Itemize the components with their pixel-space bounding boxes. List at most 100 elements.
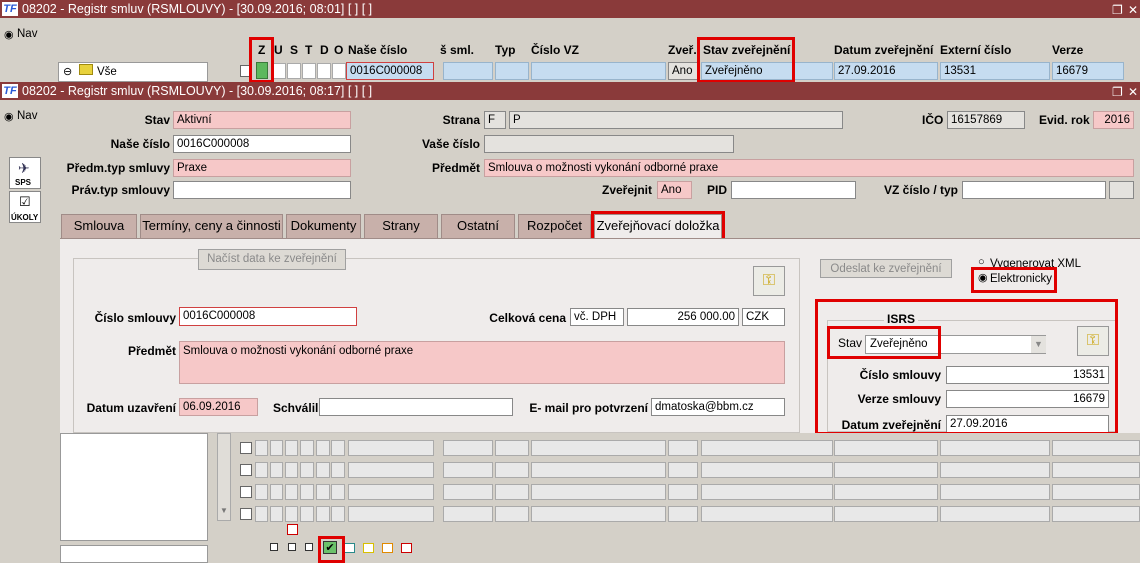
datum-uzavreni-field[interactable]: 06.09.2016: [179, 398, 258, 416]
table-cell[interactable]: [701, 462, 833, 478]
table-cell[interactable]: [834, 484, 938, 500]
row-verze[interactable]: 16679: [1052, 62, 1124, 80]
table-cell[interactable]: [940, 462, 1050, 478]
table-cell[interactable]: [331, 462, 345, 478]
table-cell[interactable]: [834, 462, 938, 478]
table-cell[interactable]: [940, 440, 1050, 456]
restore-icon[interactable]: ❐: [1112, 83, 1123, 101]
table-cell[interactable]: [495, 484, 529, 500]
table-cell[interactable]: [255, 506, 268, 522]
row-select-checkbox[interactable]: [240, 442, 252, 454]
table-cell[interactable]: [300, 506, 314, 522]
row-select-checkbox[interactable]: [240, 486, 252, 498]
table-cell[interactable]: [701, 440, 833, 456]
isrs-verze-field[interactable]: 16679: [946, 390, 1109, 408]
table-cell[interactable]: [495, 462, 529, 478]
table-cell[interactable]: [668, 484, 698, 500]
nase-cislo-field[interactable]: 0016C000008: [173, 135, 351, 153]
table-cell[interactable]: [443, 462, 493, 478]
evid-rok-field[interactable]: 2016: [1093, 111, 1134, 129]
nav-radio-icon[interactable]: ◉: [4, 110, 14, 123]
mena-field[interactable]: CZK: [742, 308, 785, 326]
prav-typ-field[interactable]: [173, 181, 351, 199]
radio-xml-icon[interactable]: ○: [978, 256, 985, 268]
table-cell[interactable]: [443, 440, 493, 456]
row-typ[interactable]: [495, 62, 529, 80]
odeslat-button[interactable]: Odeslat ke zveřejnění: [820, 259, 952, 278]
schvalil-field[interactable]: [319, 398, 513, 416]
nacist-data-button[interactable]: Načíst data ke zveřejnění: [198, 249, 346, 270]
table-cell[interactable]: [316, 506, 330, 522]
table-cell[interactable]: [1052, 440, 1140, 456]
table-cell[interactable]: [834, 506, 938, 522]
row-externi-cislo[interactable]: 13531: [940, 62, 1050, 80]
table-cell[interactable]: [834, 440, 938, 456]
table-cell[interactable]: [940, 506, 1050, 522]
row-vase-sml[interactable]: [443, 62, 493, 80]
table-cell[interactable]: [255, 462, 268, 478]
table-cell[interactable]: [668, 506, 698, 522]
isrs-stav-select[interactable]: Zveřejněno ▼: [865, 335, 1046, 354]
table-cell[interactable]: [348, 484, 434, 500]
strana-name-field[interactable]: P: [509, 111, 843, 129]
isrs-key-button[interactable]: ⚿: [1077, 326, 1109, 356]
table-cell[interactable]: [531, 484, 666, 500]
close-icon[interactable]: ✕: [1128, 83, 1138, 101]
table-cell[interactable]: [285, 462, 298, 478]
tab-rozpocet[interactable]: Rozpočet: [518, 214, 591, 238]
predm-typ-field[interactable]: Praxe: [173, 159, 351, 177]
key-button[interactable]: ⚿: [753, 266, 785, 296]
close-icon[interactable]: ✕: [1128, 1, 1138, 19]
zverejnit-field[interactable]: Ano: [657, 181, 692, 199]
table-cell[interactable]: [495, 506, 529, 522]
predmet-panel-field[interactable]: Smlouva o možnosti vykonání odborné prax…: [179, 341, 785, 384]
row-stav-zverejneni[interactable]: Zveřejněno: [701, 62, 833, 80]
table-cell[interactable]: [316, 440, 330, 456]
isrs-datum-field[interactable]: 27.09.2016: [946, 415, 1109, 433]
table-cell[interactable]: [270, 506, 283, 522]
table-cell[interactable]: [270, 440, 283, 456]
table-cell[interactable]: [285, 484, 298, 500]
table-cell[interactable]: [1052, 484, 1140, 500]
tab-terminy[interactable]: Termíny, ceny a činnosti: [140, 214, 283, 238]
scrollbar[interactable]: ▼: [217, 433, 231, 521]
ukoly-button[interactable]: ☑ ÚKOLY: [9, 191, 41, 223]
pid-field[interactable]: [731, 181, 856, 199]
vz-typ-field[interactable]: [1109, 181, 1134, 199]
table-cell[interactable]: [443, 484, 493, 500]
scroll-down-icon[interactable]: ▼: [220, 506, 228, 515]
row-datum-zverejneni[interactable]: 27.09.2016: [834, 62, 938, 80]
table-cell[interactable]: [668, 462, 698, 478]
predmet-field[interactable]: Smlouva o možnosti vykonání odborné prax…: [484, 159, 1134, 177]
radio-el-icon[interactable]: ◉: [978, 271, 988, 284]
table-cell[interactable]: [348, 440, 434, 456]
table-cell[interactable]: [1052, 506, 1140, 522]
cena-field[interactable]: 256 000.00: [627, 308, 739, 326]
nav-radio-icon[interactable]: ◉: [4, 28, 14, 41]
row-select-checkbox[interactable]: [240, 464, 252, 476]
stav-field[interactable]: Aktivní: [173, 111, 351, 129]
row-select-checkbox[interactable]: [240, 508, 252, 520]
table-cell[interactable]: [531, 440, 666, 456]
tab-zverejnovaci-dolozka[interactable]: Zveřejňovací doložka: [594, 214, 722, 238]
sps-button[interactable]: ✈ SPS: [9, 157, 41, 189]
vz-cislo-field[interactable]: [962, 181, 1106, 199]
tree-expand-icon[interactable]: ⊖: [63, 65, 72, 78]
table-cell[interactable]: [270, 484, 283, 500]
tab-ostatni[interactable]: Ostatní: [441, 214, 515, 238]
tree-root[interactable]: ⊖ Vše: [58, 62, 208, 82]
table-cell[interactable]: [300, 462, 314, 478]
dropdown-arrow-icon[interactable]: ▼: [1031, 336, 1046, 353]
vase-cislo-field[interactable]: [484, 135, 734, 153]
row-cislo-vz[interactable]: [531, 62, 666, 80]
table-cell[interactable]: [701, 484, 833, 500]
table-cell[interactable]: [331, 440, 345, 456]
table-cell[interactable]: [331, 484, 345, 500]
table-cell[interactable]: [300, 484, 314, 500]
cislo-smlouvy-field[interactable]: 0016C000008: [179, 307, 357, 326]
table-cell[interactable]: [495, 440, 529, 456]
row-nase-cislo[interactable]: 0016C000008: [346, 62, 434, 80]
table-cell[interactable]: [1052, 462, 1140, 478]
tab-dokumenty[interactable]: Dokumenty: [286, 214, 361, 238]
table-cell[interactable]: [940, 484, 1050, 500]
